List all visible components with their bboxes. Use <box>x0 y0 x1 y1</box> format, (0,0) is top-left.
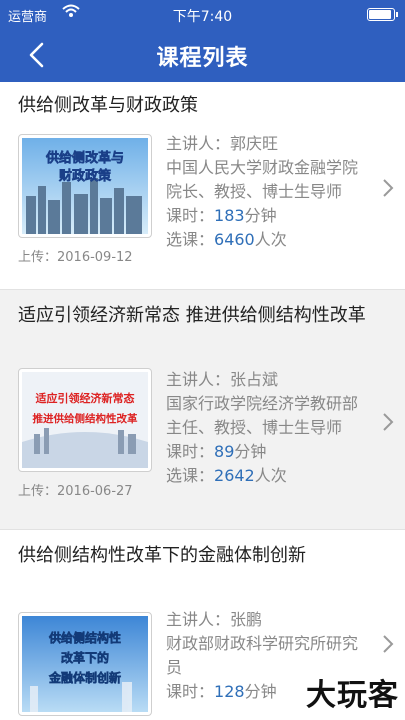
speaker-bio: 国家行政学院经济学教研部主任、教授、博士生导师 <box>166 394 359 437</box>
course-info: 主讲人：郭庆旺 中国人民大学财政金融学院院长、教授、博士生导师 课时：183分钟… <box>166 132 373 252</box>
speaker-row: 主讲人：郭庆旺 <box>166 132 373 156</box>
status-bar: 运营商 下午7:40 <box>0 0 405 28</box>
course-title: 供给侧改革与财政政策 <box>18 95 198 116</box>
course-item[interactable]: 适应引领经济新常态 推进供给侧结构性改革 适应引领经济新常态 推进供给侧结构性改… <box>0 290 405 530</box>
course-title: 供给侧结构性改革下的金融体制创新 <box>18 545 306 566</box>
nav-bar: 课程列表 <box>0 28 405 82</box>
course-item[interactable]: 供给侧改革与财政政策 供给侧改革与 财政政策 上传：2016-09-12 主讲人… <box>0 82 405 290</box>
views-value: 2642 <box>214 466 255 485</box>
duration-unit: 分钟 <box>234 442 267 461</box>
course-info: 主讲人：张占斌 国家行政学院经济学教研部主任、教授、博士生导师 课时：89分钟 … <box>166 368 373 488</box>
duration-unit: 分钟 <box>244 206 277 225</box>
views-row: 选课：6460人次 <box>166 228 373 252</box>
speaker-row: 主讲人：张占斌 <box>166 368 373 392</box>
chevron-right-icon <box>383 635 394 653</box>
thumbnail-caption: 供给侧改革与 <box>45 150 124 166</box>
views-label: 选课： <box>166 230 215 249</box>
speaker-label: 主讲人： <box>166 370 231 389</box>
thumbnail-caption: 适应引领经济新常态 <box>36 391 135 405</box>
thumbnail-caption: 改革下的 <box>61 650 109 665</box>
speaker-label: 主讲人： <box>166 134 231 153</box>
duration-label: 课时： <box>166 442 215 461</box>
course-thumbnail: 供给侧结构性 改革下的 金融体制创新 <box>18 612 152 716</box>
duration-value: 183 <box>214 206 245 225</box>
views-label: 选课： <box>166 466 215 485</box>
speaker-name: 张鹏 <box>230 610 263 629</box>
speaker-name: 郭庆旺 <box>230 134 279 153</box>
status-time: 下午7:40 <box>172 9 233 25</box>
views-row: 选课：2642人次 <box>166 464 373 488</box>
speaker-label: 主讲人： <box>166 610 231 629</box>
duration-label: 课时： <box>166 206 215 225</box>
page-title: 课程列表 <box>156 46 249 71</box>
course-list: 供给侧改革与财政政策 供给侧改革与 财政政策 上传：2016-09-12 主讲人… <box>0 82 405 720</box>
battery-icon <box>367 8 398 21</box>
course-title: 适应引领经济新常态 推进供给侧结构性改革 <box>18 305 366 326</box>
duration-row: 课时：89分钟 <box>166 440 373 464</box>
thumbnail-caption: 财政政策 <box>59 168 112 184</box>
duration-unit: 分钟 <box>244 682 277 701</box>
thumbnail-caption: 金融体制创新 <box>48 670 121 685</box>
course-thumbnail: 供给侧改革与 财政政策 <box>18 134 152 238</box>
chevron-right-icon <box>383 179 394 197</box>
course-thumbnail: 适应引领经济新常态 推进供给侧结构性改革 <box>18 368 152 472</box>
chevron-right-icon <box>383 413 394 431</box>
views-unit: 人次 <box>254 466 287 485</box>
duration-value: 128 <box>214 682 245 701</box>
duration-value: 89 <box>214 442 235 461</box>
thumbnail-caption: 推进供给侧结构性改革 <box>33 412 138 425</box>
watermark-logo: 大玩客 <box>306 678 399 713</box>
views-unit: 人次 <box>254 230 287 249</box>
upload-date: 上传：2016-06-27 <box>18 484 133 499</box>
duration-row: 课时：183分钟 <box>166 204 373 228</box>
speaker-row: 主讲人：张鹏 <box>166 608 373 632</box>
speaker-bio: 中国人民大学财政金融学院院长、教授、博士生导师 <box>166 158 359 201</box>
thumbnail-caption: 供给侧结构性 <box>48 630 121 645</box>
speaker-name: 张占斌 <box>230 370 279 389</box>
upload-date: 上传：2016-09-12 <box>18 250 133 265</box>
duration-label: 课时： <box>166 682 215 701</box>
views-value: 6460 <box>214 230 255 249</box>
